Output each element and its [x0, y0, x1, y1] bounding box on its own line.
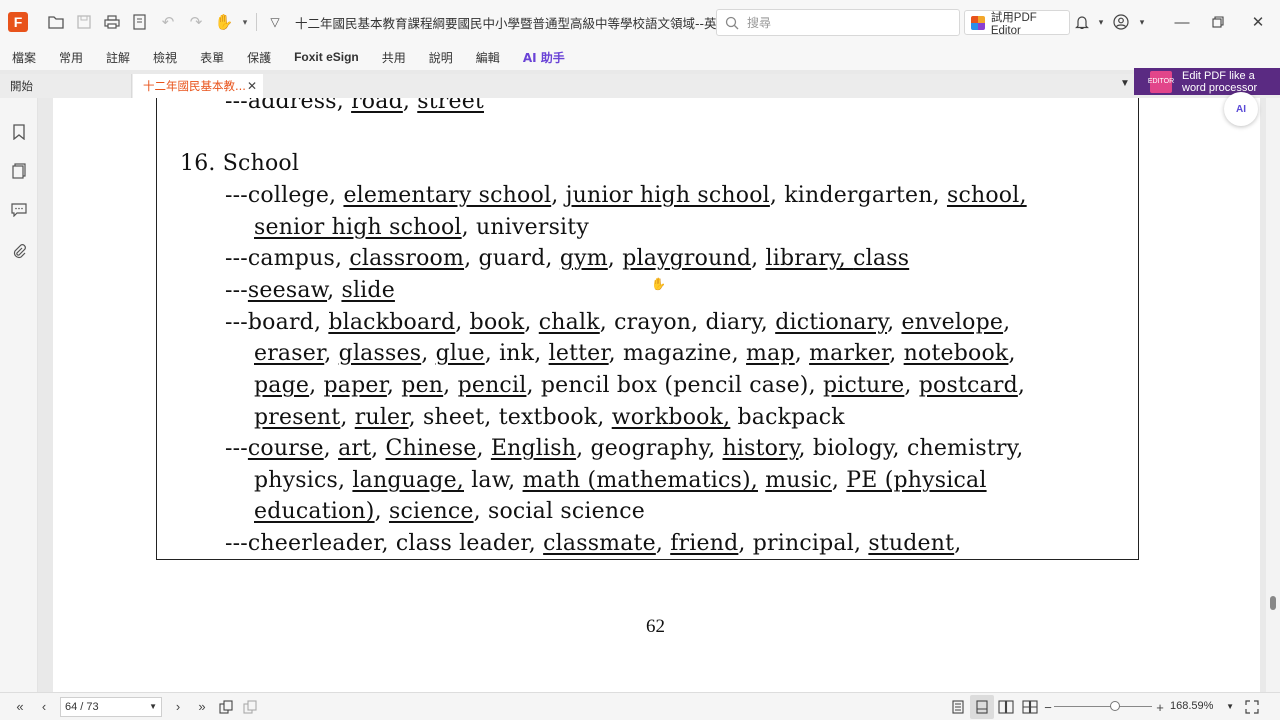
- toolbar-divider: [256, 13, 257, 31]
- try-pdf-editor-label: 試用PDF Editor: [990, 11, 1037, 37]
- edit-pdf-ad-banner[interactable]: EDITOR Edit PDF like a word processor: [1134, 68, 1280, 95]
- next-page-icon[interactable]: ›: [166, 695, 190, 719]
- menu-file[interactable]: 檔案: [12, 49, 36, 66]
- text-line: ---course, art, Chinese, English, geogra…: [225, 436, 1024, 461]
- tab-home[interactable]: 開始: [0, 74, 132, 98]
- pdf-page: ---address, road, street 16. School ---c…: [53, 98, 1260, 692]
- text-line: eraser, glasses, glue, ink, letter, maga…: [254, 341, 1016, 366]
- zoom-slider-knob[interactable]: [1110, 701, 1120, 711]
- menu-share[interactable]: 共用: [382, 49, 406, 66]
- facing-view-icon[interactable]: [994, 695, 1018, 719]
- zoom-dropdown-icon[interactable]: ▼: [1226, 702, 1234, 711]
- minimize-icon[interactable]: —: [1164, 0, 1200, 44]
- section-heading: 16. School: [180, 151, 300, 176]
- open-folder-icon[interactable]: [42, 8, 70, 36]
- menu-home[interactable]: 常用: [59, 49, 83, 66]
- menu-foxit-esign[interactable]: Foxit eSign: [294, 50, 359, 64]
- hand-tool-dropdown-icon[interactable]: ▾: [238, 8, 252, 36]
- first-page-icon[interactable]: «: [8, 695, 32, 719]
- zoom-level-select[interactable]: 168.59% ▼: [1168, 696, 1240, 716]
- zoom-level-value: 168.59%: [1170, 700, 1214, 712]
- save-icon[interactable]: [70, 8, 98, 36]
- ad-line-2: word processor: [1182, 81, 1258, 94]
- window-controls: ▾ ▾ — ✕: [1070, 0, 1280, 44]
- next-view-icon[interactable]: [238, 695, 262, 719]
- ai-assistant-float-label: AI: [1236, 103, 1246, 115]
- customize-toolbar-icon[interactable]: ▽: [261, 8, 289, 36]
- text-line: education), science, social science: [254, 499, 645, 524]
- zoom-out-icon[interactable]: −: [1036, 695, 1060, 719]
- pdf-reader-window: F ↶ ↷ ✋ ▾ ▽ 十二年國民基本教育課程綱要國民中小學暨普通型高級中等學校…: [0, 0, 1280, 720]
- tab-document-label: 十二年國民基本教...: [143, 79, 246, 93]
- menu-help[interactable]: 說明: [429, 49, 453, 66]
- account-icon[interactable]: [1108, 0, 1134, 44]
- previous-page-icon[interactable]: ‹: [32, 695, 56, 719]
- document-view[interactable]: ---address, road, street 16. School ---c…: [38, 98, 1266, 692]
- hand-cursor-icon: ✋: [651, 277, 666, 291]
- text-line: ---address, road, street: [225, 98, 484, 114]
- page-thumbnails-icon[interactable]: [9, 161, 29, 181]
- zoom-slider[interactable]: [1054, 701, 1152, 711]
- ad-line-1: Edit PDF like a: [1182, 69, 1255, 82]
- previous-view-icon[interactable]: [214, 695, 238, 719]
- last-page-icon[interactable]: »: [190, 695, 214, 719]
- menu-protect[interactable]: 保護: [247, 49, 271, 66]
- document-title: 十二年國民基本教育課程綱要國民中小學暨普通型高級中等學校語文領域--英語文.pd…: [295, 15, 766, 31]
- ai-assistant-floating-button[interactable]: AI: [1224, 92, 1258, 126]
- menu-view[interactable]: 檢視: [153, 49, 177, 66]
- menu-edit[interactable]: 編輯: [476, 49, 500, 66]
- scrollbar-thumb[interactable]: [1270, 596, 1276, 610]
- redo-icon[interactable]: ↷: [182, 8, 210, 36]
- foxit-logo-icon[interactable]: F: [8, 12, 28, 32]
- pdf-editor-logo-icon: [971, 15, 985, 30]
- bell-icon[interactable]: [1070, 0, 1094, 44]
- text-line: senior high school, university: [254, 215, 589, 240]
- bookmark-icon[interactable]: [9, 122, 29, 142]
- try-pdf-editor-button[interactable]: 試用PDF Editor: [964, 10, 1070, 37]
- page-number-value: 64 / 73: [65, 700, 99, 713]
- text-line: ---cheerleader, class leader, classmate,…: [225, 531, 962, 556]
- properties-icon[interactable]: [126, 8, 154, 36]
- menu-ai-assistant[interactable]: AI 助手: [523, 49, 565, 66]
- tab-document[interactable]: 十二年國民基本教... ✕: [133, 74, 263, 98]
- page-number-input[interactable]: 64 / 73 ▼: [60, 696, 162, 717]
- tab-bar: 開始 十二年國民基本教... ✕ ▼: [0, 74, 1280, 98]
- vertical-scrollbar[interactable]: [1266, 98, 1280, 692]
- text-line: ---board, blackboard, book, chalk, crayo…: [225, 310, 1011, 335]
- text-line: ---seesaw, slide: [225, 278, 395, 303]
- page-dropdown-icon[interactable]: ▼: [149, 702, 157, 711]
- text-line: ---college, elementary school, junior hi…: [225, 183, 1027, 208]
- account-dropdown-icon[interactable]: ▾: [1134, 0, 1150, 44]
- notifications-dropdown-icon[interactable]: ▾: [1094, 0, 1108, 44]
- search-input[interactable]: 搜尋: [716, 9, 960, 36]
- search-icon: [725, 16, 739, 29]
- fullscreen-icon[interactable]: [1240, 695, 1264, 719]
- tab-home-label: 開始: [10, 79, 33, 93]
- comments-icon[interactable]: [9, 200, 29, 220]
- page-number: 62: [646, 616, 665, 637]
- undo-icon[interactable]: ↶: [154, 8, 182, 36]
- search-placeholder: 搜尋: [747, 16, 772, 30]
- hand-tool-icon[interactable]: ✋: [210, 8, 238, 36]
- restore-icon[interactable]: [1200, 0, 1236, 44]
- text-line: ---campus, classroom, guard, gym, playgr…: [225, 246, 910, 271]
- menu-bar: 檔案 常用 註解 檢視 表單 保護 Foxit eSign 共用 說明 編輯 A…: [0, 44, 1280, 70]
- title-bar: F ↶ ↷ ✋ ▾ ▽ 十二年國民基本教育課程綱要國民中小學暨普通型高級中等學校…: [0, 0, 1280, 44]
- menu-form[interactable]: 表單: [200, 49, 224, 66]
- tab-list-dropdown-icon[interactable]: ▼: [1120, 78, 1130, 89]
- continuous-view-icon[interactable]: [970, 695, 994, 719]
- print-icon[interactable]: [98, 8, 126, 36]
- menu-comment[interactable]: 註解: [106, 49, 130, 66]
- navigation-sidebar: [0, 98, 38, 692]
- attachment-icon[interactable]: [9, 241, 29, 261]
- close-window-icon[interactable]: ✕: [1236, 0, 1280, 44]
- pdf-editor-badge-icon: EDITOR: [1148, 70, 1174, 93]
- text-line: page, paper, pen, pencil, pencil box (pe…: [254, 373, 1026, 398]
- text-line: present, ruler, sheet, textbook, workboo…: [254, 405, 845, 430]
- close-tab-icon[interactable]: ✕: [247, 79, 257, 93]
- status-bar: « ‹ 64 / 73 ▼ › » − + 168.59% ▼: [0, 692, 1280, 720]
- text-line: physics, language, law, math (mathematic…: [254, 468, 987, 493]
- single-page-view-icon[interactable]: [946, 695, 970, 719]
